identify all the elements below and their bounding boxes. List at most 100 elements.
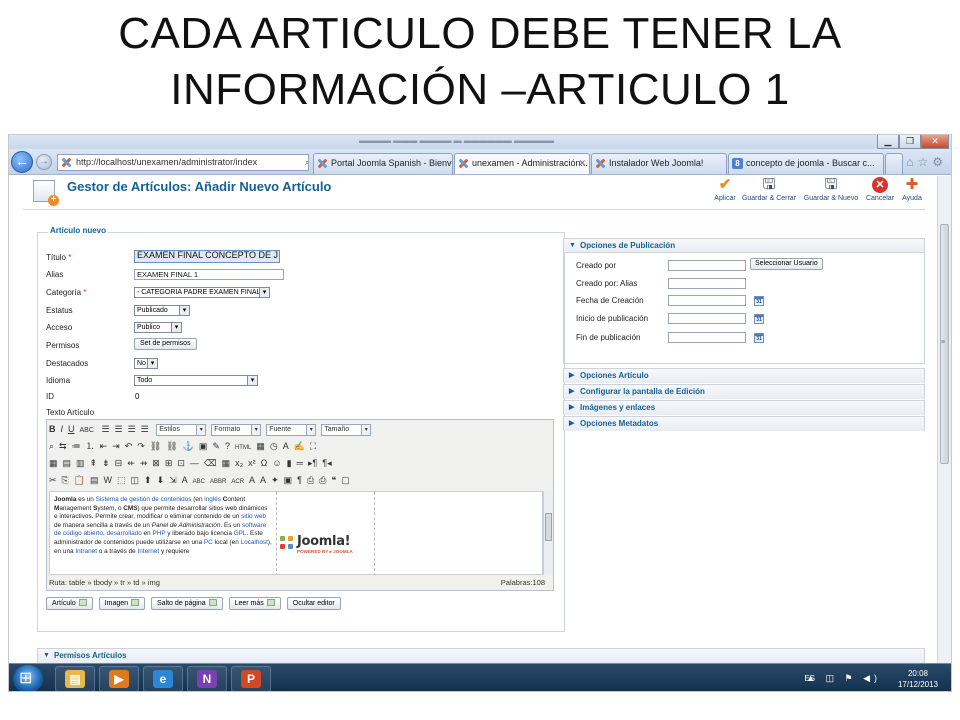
underline-icon[interactable]: U [68, 422, 75, 437]
tab-unexamen-admin[interactable]: unexamen - Administración... ✕ [454, 153, 590, 174]
imagenes-enlaces-header[interactable]: Imágenes y enlaces [564, 401, 924, 415]
row-props-icon[interactable]: ▤ [63, 456, 72, 471]
insertion-icon[interactable]: A [249, 473, 255, 488]
media-icon[interactable]: ▮ [287, 456, 292, 471]
editor-link[interactable]: Internet [138, 548, 160, 555]
fin-publicacion-input[interactable] [668, 332, 746, 343]
tray-icons[interactable]: ▲ ◫ ⚑ ◀) [806, 673, 881, 684]
superscript-icon[interactable]: x² [248, 456, 256, 471]
cite-icon[interactable]: ABC [193, 475, 205, 488]
insert-date-icon[interactable]: ▦ [256, 439, 265, 454]
joomla-logo-image[interactable]: Joomla! POWERED BY ▸ JOOMLA [280, 534, 376, 558]
articulo-button[interactable]: Artículo [46, 597, 93, 610]
idioma-select[interactable]: Todo [134, 375, 258, 386]
visual-aid-icon[interactable]: ▦ [222, 456, 231, 471]
editor-scrollbar[interactable] [543, 491, 553, 575]
alias-input[interactable]: EXAMEN FINAL 1 [134, 269, 284, 280]
editor-link[interactable]: Intranet [75, 548, 97, 555]
tab-google-search[interactable]: 8 concepto de joomla - Buscar c... [728, 153, 884, 174]
style-props-icon[interactable]: A [182, 473, 188, 488]
insert-row-after-icon[interactable]: ⇟ [102, 456, 110, 471]
cancel-button[interactable]: ✕ Cancelar [863, 177, 897, 202]
anchor-icon[interactable]: ⚓ [183, 439, 194, 454]
select-all-icon[interactable]: ⬚ [117, 473, 126, 488]
insert-row-before-icon[interactable]: ⇞ [90, 456, 98, 471]
subscript-icon[interactable]: x₂ [235, 456, 243, 471]
salto-pagina-button[interactable]: Salto de página [151, 597, 223, 610]
page-scrollbar[interactable]: ≡ [937, 176, 951, 663]
configurar-pantalla-header[interactable]: Configurar la pantalla de Edición [564, 385, 924, 399]
cleanup-icon[interactable]: ✎ [212, 439, 220, 454]
permisos-articulos-header[interactable]: Permisos Artículos [38, 649, 924, 663]
ltr-icon[interactable]: ▸¶ [308, 456, 317, 471]
hr-icon[interactable]: ═ [297, 456, 303, 471]
absolute-icon[interactable]: ⇲ [169, 473, 177, 488]
calendar-icon[interactable]: 31 [754, 333, 764, 343]
insert-time-icon[interactable]: ◷ [270, 439, 278, 454]
link-icon[interactable]: ⛓ [150, 439, 161, 454]
undo-icon[interactable]: ↶ [125, 439, 133, 454]
find-icon[interactable]: ⌕ [49, 439, 54, 454]
align-left-icon[interactable]: ☰ [101, 422, 109, 437]
show-blocks-icon[interactable]: ¶ [297, 473, 302, 488]
html-icon[interactable]: HTML [235, 441, 251, 454]
destacados-select[interactable]: No [134, 358, 158, 369]
paste-word-icon[interactable]: W [103, 473, 112, 488]
editor-link[interactable]: sitio web [241, 513, 266, 520]
insert-col-before-icon[interactable]: ⇷ [127, 456, 135, 471]
move-backward-icon[interactable]: ⬇ [157, 473, 165, 488]
calendar-icon[interactable]: 31 [754, 314, 764, 324]
strikethrough-icon[interactable]: ABC [80, 423, 94, 437]
editor-link[interactable]: PC [204, 539, 213, 546]
text-color-icon[interactable]: A [283, 439, 289, 454]
acronym-icon[interactable]: ACR [231, 475, 244, 488]
template-icon[interactable]: ▣ [284, 473, 293, 488]
browser-right-icons[interactable]: ⌂☆⚙ [906, 155, 947, 169]
inicio-publicacion-input[interactable] [668, 313, 746, 324]
outdent-icon[interactable]: ⇤ [100, 439, 108, 454]
redo-icon[interactable]: ↷ [137, 439, 145, 454]
close-tab-icon[interactable]: ✕ [578, 154, 586, 173]
tab-portal-joomla[interactable]: Portal Joomla Spanish - Bienve... [313, 153, 453, 174]
forward-button[interactable]: → [36, 154, 52, 170]
deletion-icon[interactable]: A [260, 473, 266, 488]
align-justify-icon[interactable]: ☰ [141, 422, 149, 437]
select-user-button[interactable]: Seleccionar Usuario [750, 258, 823, 270]
bold-icon[interactable]: B [49, 422, 56, 437]
fullscreen-icon[interactable]: ⛶ [310, 439, 316, 454]
indent-icon[interactable]: ⇥ [112, 439, 120, 454]
print-icon[interactable]: ⎙ [319, 473, 326, 488]
insert-col-after-icon[interactable]: ⇸ [140, 456, 148, 471]
categoria-select[interactable]: - CATEGORIA PADRE EXAMEN FINAL [134, 287, 270, 298]
opciones-articulo-header[interactable]: Opciones Artículo [564, 369, 924, 383]
maximize-button[interactable]: ❐ [899, 135, 921, 149]
formato-select[interactable]: Formato [211, 423, 262, 436]
taskbar-powerpoint[interactable]: P [231, 666, 271, 691]
taskbar-media-player[interactable]: ▶ [99, 666, 139, 691]
align-center-icon[interactable]: ☰ [115, 422, 123, 437]
taskbar-internet-explorer[interactable]: e [143, 666, 183, 691]
new-tab-button[interactable] [885, 153, 903, 174]
back-button[interactable]: ← [11, 151, 33, 173]
preview-icon[interactable]: ⎙ [307, 473, 314, 488]
help-button[interactable]: ✚ Ayuda [899, 177, 925, 203]
creado-por-input[interactable] [668, 260, 746, 271]
minimize-button[interactable]: ▁ [877, 135, 899, 149]
start-button[interactable] [13, 665, 43, 691]
italic-icon[interactable]: I [61, 422, 64, 437]
editor-link[interactable]: Sistema de gestión de contenidos [96, 496, 192, 503]
table-icon[interactable]: ▦ [49, 456, 58, 471]
address-bar[interactable]: http://localhost/unexamen/administrator/… [57, 154, 309, 171]
rtl-icon[interactable]: ¶◂ [322, 456, 331, 471]
fuente-select[interactable]: Fuente [266, 423, 317, 436]
move-forward-icon[interactable]: ⬆ [144, 473, 152, 488]
editor-link[interactable]: PHP [152, 530, 165, 537]
editor-link[interactable]: desarrollado [107, 530, 142, 537]
highlight-color-icon[interactable]: ✍ [294, 439, 305, 454]
replace-icon[interactable]: ⇆ [59, 439, 67, 454]
cell-props-icon[interactable]: ▥ [76, 456, 85, 471]
fecha-creacion-input[interactable] [668, 295, 746, 306]
clock[interactable]: 20:08 17/12/2013 [893, 668, 943, 690]
abbr-icon[interactable]: ABBR [210, 475, 226, 488]
remove-format-icon[interactable]: ⌫ [204, 456, 217, 471]
